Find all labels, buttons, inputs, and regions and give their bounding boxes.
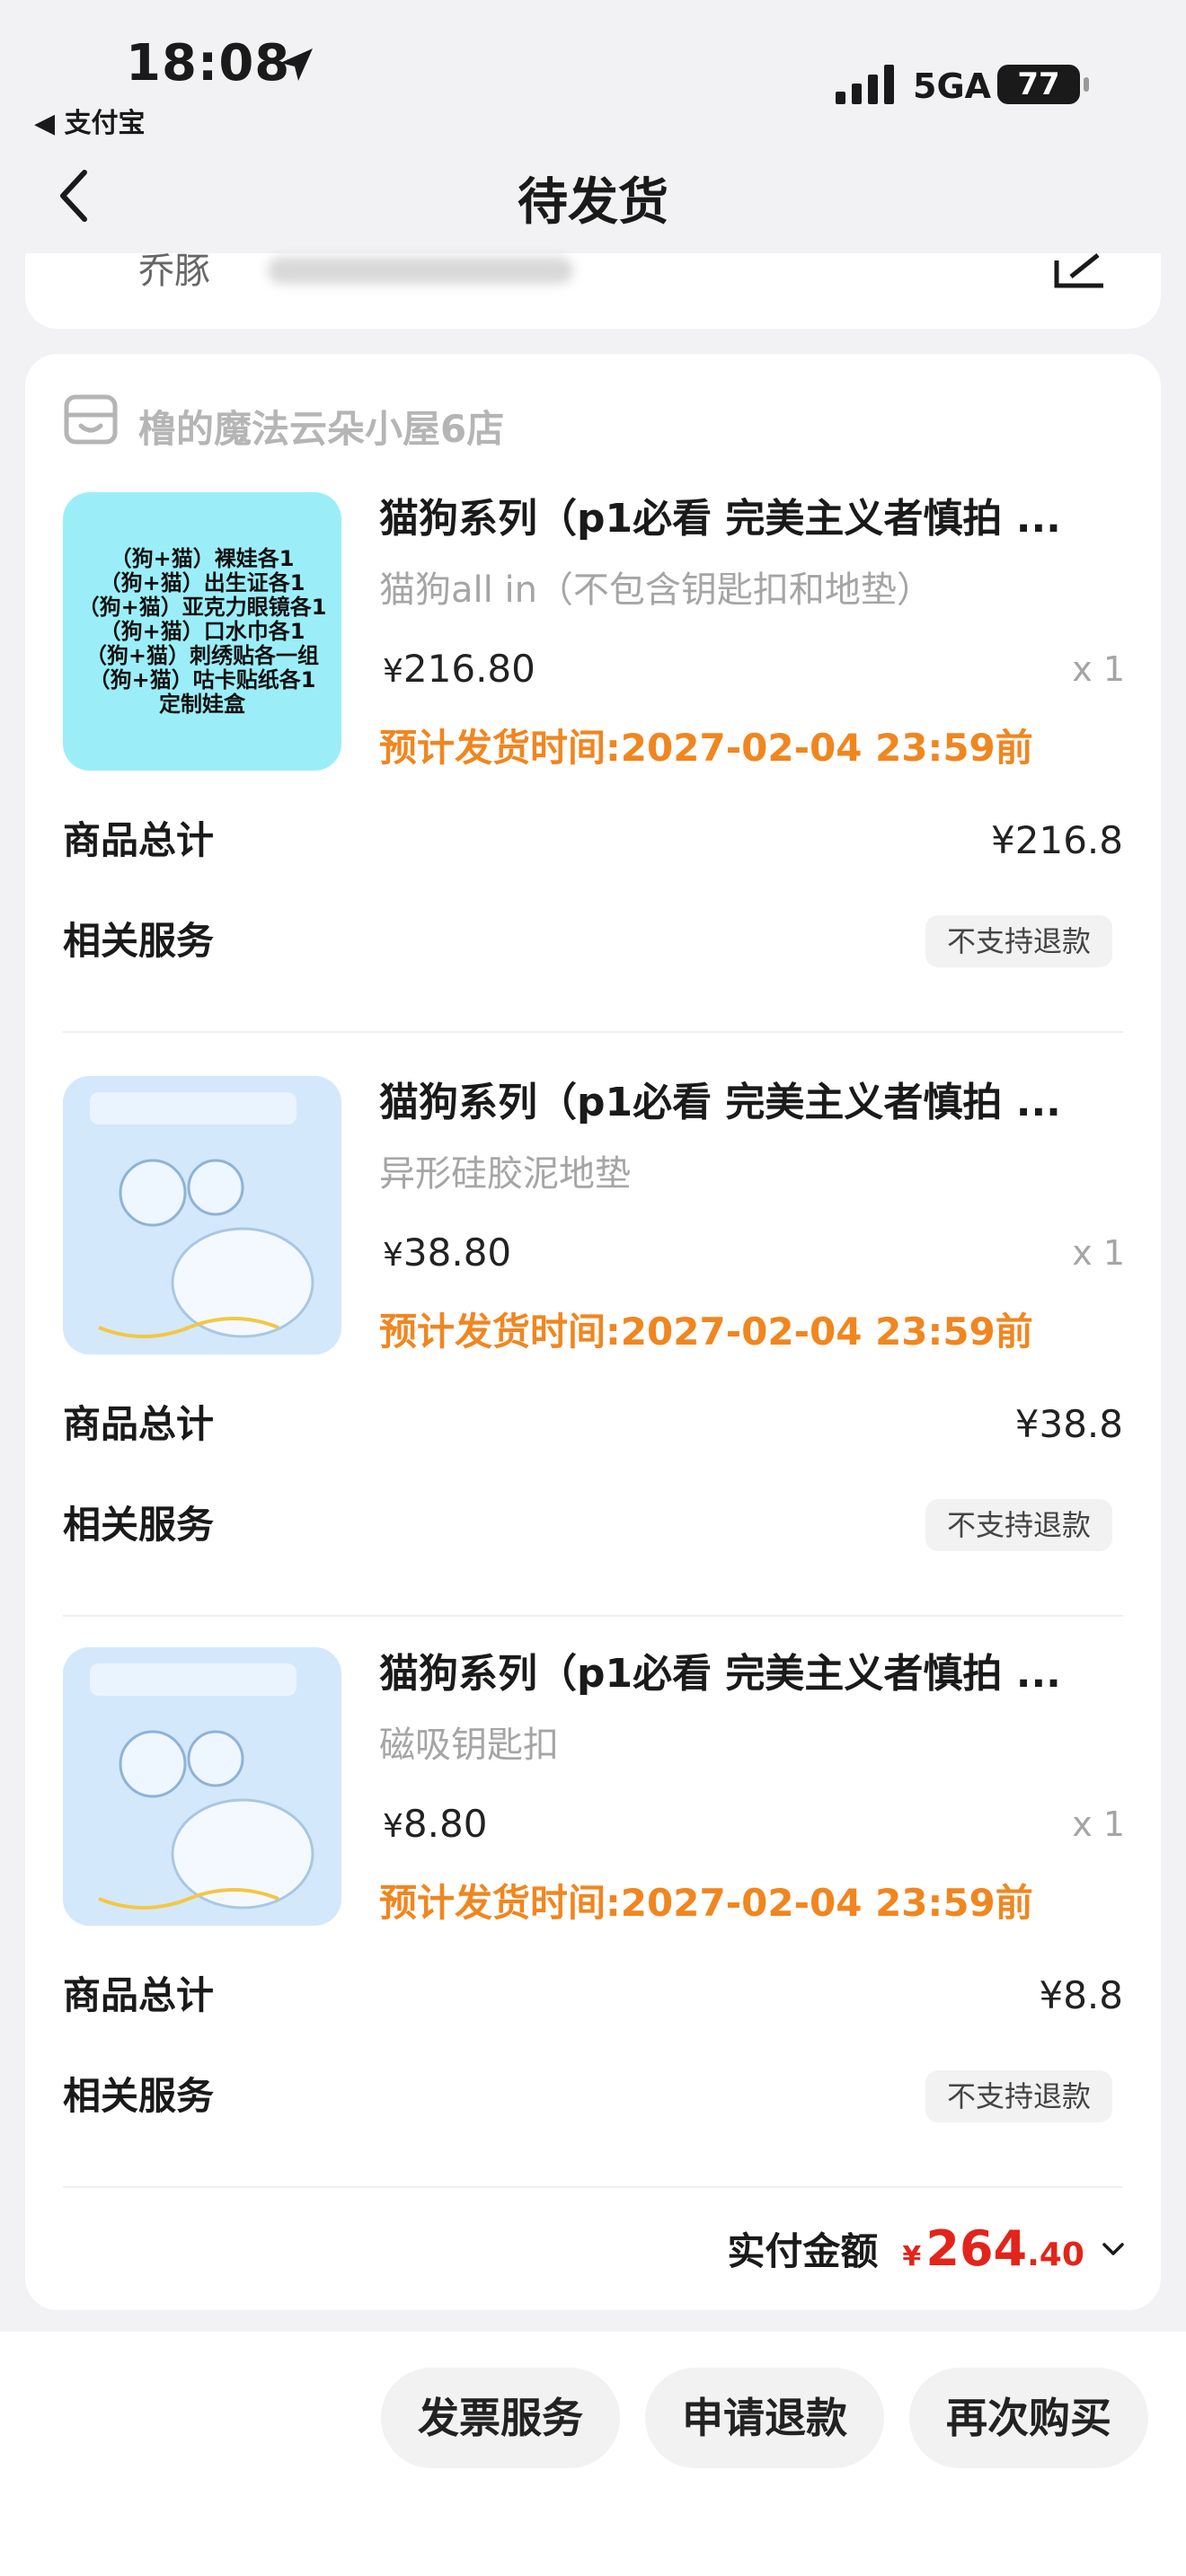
shop-name: 橹的魔法云朵小屋6店 xyxy=(138,407,505,451)
address-card[interactable]: 乔豚 xyxy=(25,253,1161,329)
service-badge[interactable]: 不支持退款 xyxy=(925,2070,1112,2122)
product-image xyxy=(63,1647,341,1926)
product-thumbnail[interactable] xyxy=(63,1076,341,1354)
product-variant: 磁吸钥匙扣 xyxy=(379,1725,559,1766)
order-item: 猫狗系列（p1必看 完美主义者慎拍 ... 磁吸钥匙扣 ¥8.80 x 1 预计… xyxy=(25,1647,1161,2213)
invoice-service-button[interactable]: 发票服务 xyxy=(381,2368,620,2468)
estimated-ship-time: 预计发货时间:2027-02-04 23:59前 xyxy=(379,726,1033,770)
product-title[interactable]: 猫狗系列（p1必看 完美主义者慎拍 ... xyxy=(379,1076,1125,1130)
recipient-name: 乔豚 xyxy=(138,251,210,292)
product-price: ¥216.80 xyxy=(383,645,535,696)
service-badge[interactable]: 不支持退款 xyxy=(925,1499,1112,1551)
shop-icon xyxy=(64,394,118,445)
bottom-action-bar: 发票服务 申请退款 再次购买 xyxy=(0,2332,1186,2576)
product-price: ¥8.80 xyxy=(383,1800,487,1851)
product-quantity: x 1 xyxy=(1072,1804,1125,1844)
price-value: 8.80 xyxy=(403,1802,488,1846)
subtotal-label: 商品总计 xyxy=(63,1402,215,1446)
divider xyxy=(63,1031,1123,1033)
subtotal-value: ¥38.8 xyxy=(1014,1402,1123,1446)
order-item: 猫狗系列（p1必看 完美主义者慎拍 ... 异形硅胶泥地垫 ¥38.80 x 1… xyxy=(25,1076,1161,1642)
total-symbol: ¥ xyxy=(902,2241,922,2272)
total-label: 实付金额 xyxy=(727,2229,879,2273)
service-label: 相关服务 xyxy=(63,919,215,963)
product-title[interactable]: 猫狗系列（p1必看 完美主义者慎拍 ... xyxy=(379,492,1125,546)
back-to-app-link[interactable]: ◀ 支付宝 xyxy=(34,101,146,140)
subtotal-value: ¥216.8 xyxy=(991,818,1123,862)
price-value: 216.80 xyxy=(403,647,535,691)
battery-cap-icon xyxy=(1084,77,1089,92)
price-value: 38.80 xyxy=(403,1231,512,1275)
subtotal-label: 商品总计 xyxy=(63,818,215,862)
product-price: ¥38.80 xyxy=(383,1229,511,1280)
nav-bar: 待发货 xyxy=(0,144,1186,251)
product-title[interactable]: 猫狗系列（p1必看 完美主义者慎拍 ... xyxy=(379,1647,1125,1701)
shop-header[interactable]: 橹的魔法云朵小屋6店 xyxy=(63,393,872,451)
order-card: 橹的魔法云朵小屋6店 （狗+猫）裸娃各1 （狗+猫）出生证各1 （狗+猫）亚克力… xyxy=(25,354,1161,2310)
recipient-phone-blurred xyxy=(268,257,573,284)
subtotal-value: ¥8.8 xyxy=(1039,1973,1123,2017)
price-symbol: ¥ xyxy=(383,1808,403,1845)
total-integer: 264 xyxy=(925,2220,1028,2277)
status-bar: 18:08 ◀ 支付宝 5GA 77 xyxy=(0,0,1186,144)
product-image xyxy=(63,1076,341,1354)
estimated-ship-time: 预计发货时间:2027-02-04 23:59前 xyxy=(379,1310,1033,1354)
buy-again-button[interactable]: 再次购买 xyxy=(909,2368,1148,2468)
edit-icon[interactable] xyxy=(1051,253,1109,289)
product-quantity: x 1 xyxy=(1072,649,1125,689)
signal-icon xyxy=(836,65,894,104)
divider xyxy=(63,2186,1123,2188)
total-payment-row[interactable]: 实付金额 ¥ 264.40 xyxy=(727,2220,1125,2292)
service-label: 相关服务 xyxy=(63,1503,215,1547)
service-label: 相关服务 xyxy=(63,2074,215,2118)
battery-indicator: 77 xyxy=(997,65,1080,104)
total-decimal: .40 xyxy=(1027,2236,1084,2273)
product-thumbnail[interactable]: （狗+猫）裸娃各1 （狗+猫）出生证各1 （狗+猫）亚克力眼镜各1 （狗+猫）口… xyxy=(63,492,341,771)
product-variant: 猫狗all in（不包含钥匙扣和地垫） xyxy=(379,569,933,611)
thumbnail-caption: （狗+猫）裸娃各1 （狗+猫）出生证各1 （狗+猫）亚克力眼镜各1 （狗+猫）口… xyxy=(77,545,327,717)
request-refund-button[interactable]: 申请退款 xyxy=(645,2368,884,2468)
subtotal-label: 商品总计 xyxy=(63,1973,215,2017)
service-badge[interactable]: 不支持退款 xyxy=(925,915,1112,967)
chevron-down-icon[interactable] xyxy=(1102,2240,1125,2258)
price-symbol: ¥ xyxy=(383,1237,403,1274)
status-time: 18:08 xyxy=(126,34,291,93)
location-arrow-icon xyxy=(280,49,313,81)
product-variant: 异形硅胶泥地垫 xyxy=(379,1153,631,1195)
product-thumbnail[interactable] xyxy=(63,1647,341,1926)
product-quantity: x 1 xyxy=(1072,1233,1125,1273)
divider xyxy=(63,1615,1123,1617)
estimated-ship-time: 预计发货时间:2027-02-04 23:59前 xyxy=(379,1881,1033,1925)
network-type: 5GA xyxy=(913,66,992,106)
price-symbol: ¥ xyxy=(383,653,403,690)
order-item: （狗+猫）裸娃各1 （狗+猫）出生证各1 （狗+猫）亚克力眼镜各1 （狗+猫）口… xyxy=(25,492,1161,1058)
total-amount: ¥ 264.40 xyxy=(902,2220,1084,2277)
page-title: 待发货 xyxy=(518,173,668,232)
